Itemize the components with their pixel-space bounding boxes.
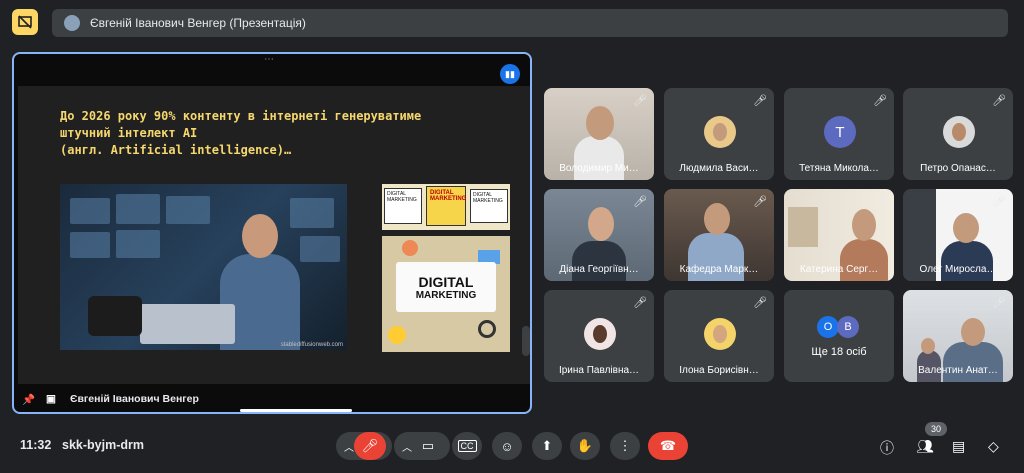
participant-name: Валентин Анат…	[918, 365, 998, 376]
participant-avatar	[584, 318, 616, 350]
participant-name: Людмила Васи…	[679, 163, 759, 174]
camera-toggle-button[interactable]: ▭	[412, 432, 444, 460]
participant-avatar	[704, 116, 736, 148]
top-bar: Євгеній Іванович Венгер (Презентація)	[0, 0, 1024, 48]
people-icon[interactable]: 👥︎	[916, 438, 934, 455]
more-participants-label: Ще 18 осіб	[811, 346, 867, 358]
camera-icon: ▭	[421, 438, 435, 453]
audio-level-icon: ▮▮	[500, 64, 520, 84]
captions-button[interactable]: CC	[452, 432, 482, 460]
presenter-title-bar[interactable]: Євгеній Іванович Венгер (Презентація)	[52, 9, 1008, 37]
clock: 11:32	[20, 438, 52, 452]
more-avatar: B	[837, 316, 859, 338]
mic-off-icon: 🎤︎	[992, 95, 1006, 107]
more-participants-avatars: O B	[817, 316, 859, 338]
side-panel-handle[interactable]	[522, 326, 530, 356]
pin-icon[interactable]: 📌	[22, 393, 36, 406]
info-icon[interactable]: ⓘ	[880, 438, 894, 458]
slide-laptop	[140, 304, 235, 344]
more-avatar: O	[817, 316, 839, 338]
mic-off-icon: 🎤︎	[992, 297, 1006, 309]
people-count-badge: 30	[925, 422, 947, 436]
chevron-up-icon: ︿	[402, 442, 412, 454]
mic-toggle-button[interactable]: 🎤︎	[354, 432, 386, 460]
participant-tile[interactable]: 🎤︎ Олег Миросла…	[903, 189, 1013, 281]
more-options-button[interactable]: ⋮	[610, 432, 640, 460]
photo-watermark: stablediffusionweb.com	[280, 342, 343, 348]
chat-icon[interactable]: ▤	[952, 438, 965, 455]
slide-dm-image-top: DIGITAL MARKETING DIGITAL MARKETING DIGI…	[382, 184, 510, 230]
participant-name: Ірина Павлівна…	[558, 365, 640, 376]
participant-tile[interactable]: 🎤︎ Кафедра Марк…	[664, 189, 774, 281]
emoji-icon: ☺	[500, 438, 514, 454]
mic-off-icon: 🎤︎	[633, 297, 647, 309]
slide: До 2026 року 90% контенту в інтернеті ге…	[18, 86, 530, 384]
slide-dm-image-bottom: DIGITAL MARKETING	[382, 236, 510, 352]
presenter-name: Євгеній Іванович Венгер	[70, 393, 199, 405]
presenter-title: Євгеній Іванович Венгер (Презентація)	[90, 16, 306, 30]
participant-tile[interactable]: 🎤︎ Катерина Серг…	[784, 189, 894, 281]
participant-tile[interactable]: 🎤︎ Валентин Анат…	[903, 290, 1013, 382]
meeting-code: skk-byjm-drm	[62, 438, 144, 452]
mic-off-icon: 🎤︎	[633, 95, 647, 107]
mic-off-icon: 🎤︎	[753, 196, 767, 208]
more-vert-icon: ⋮	[618, 438, 632, 453]
participant-tile[interactable]: 🎤︎ Володимир Ми…	[544, 88, 654, 180]
participant-avatar: T	[824, 116, 856, 148]
stage-scrollbar[interactable]	[240, 409, 352, 412]
activities-icon[interactable]: ◇	[988, 438, 999, 455]
mic-off-icon: 🎤︎	[753, 297, 767, 309]
participant-tile-more[interactable]: O B Ще 18 осіб	[784, 290, 894, 382]
participant-avatar	[704, 318, 736, 350]
participant-tile[interactable]: 🎤︎ Людмила Васи…	[664, 88, 774, 180]
slide-camera	[88, 296, 142, 336]
captions-icon: CC	[457, 440, 477, 452]
mic-off-icon: 🎤︎	[873, 196, 887, 208]
slide-photo: stablediffusionweb.com	[60, 184, 347, 350]
participant-name: Тетяна Микола…	[799, 163, 879, 174]
hand-icon: ✋	[576, 438, 594, 453]
mic-off-icon: 🎤︎	[753, 95, 767, 107]
bottom-controls: 11:32 skk-byjm-drm ︿ 🎤︎ ︿ ▭ CC ☺ ⬆ ✋ ⋮ ☎…	[0, 424, 1024, 468]
raise-hand-button[interactable]: ✋	[570, 432, 600, 460]
leave-call-button[interactable]: ☎	[648, 432, 688, 460]
participant-tile[interactable]: 🎤︎ Діана Георгіївн…	[544, 189, 654, 281]
mic-off-icon: 🎤︎	[992, 196, 1006, 208]
participant-name: Кафедра Марк…	[679, 264, 759, 275]
presenting-icon[interactable]	[12, 9, 38, 35]
present-button[interactable]: ⬆	[532, 432, 562, 460]
participant-name: Петро Опанас…	[920, 163, 996, 174]
presenter-avatar	[64, 15, 80, 31]
participant-tile[interactable]: T 🎤︎ Тетяна Микола…	[784, 88, 894, 180]
slide-dm-card: DIGITAL MARKETING	[396, 262, 496, 312]
participant-name: Володимир Ми…	[559, 163, 639, 174]
presentation-stage[interactable]: ⋯ ▮▮ До 2026 року 90% контенту в інтерне…	[12, 52, 532, 414]
participant-name: Катерина Серг…	[799, 264, 879, 275]
participant-name: Діана Георгіївн…	[559, 264, 639, 275]
hangup-icon: ☎	[659, 438, 677, 453]
mic-off-icon: 🎤︎	[633, 196, 647, 208]
participant-avatar	[943, 116, 975, 148]
reactions-button[interactable]: ☺	[492, 432, 522, 460]
present-screen-icon: ▣	[46, 393, 56, 405]
drag-handle-icon[interactable]: ⋯	[264, 54, 275, 65]
mic-off-icon: 🎤︎	[873, 95, 887, 107]
participant-tile[interactable]: 🎤︎ Ілона Борисівн…	[664, 290, 774, 382]
participant-tile[interactable]: 🎤︎ Петро Опанас…	[903, 88, 1013, 180]
mic-off-icon: 🎤︎	[361, 438, 379, 453]
chevron-up-icon: ︿	[344, 442, 354, 454]
participant-name: Ілона Борисівн…	[679, 365, 759, 376]
slide-text: До 2026 року 90% контенту в інтернеті ге…	[60, 109, 422, 157]
participant-name: Олег Миросла…	[919, 264, 997, 275]
present-screen-icon: ⬆	[541, 438, 553, 453]
participant-tile[interactable]: 🎤︎ Ірина Павлівна…	[544, 290, 654, 382]
